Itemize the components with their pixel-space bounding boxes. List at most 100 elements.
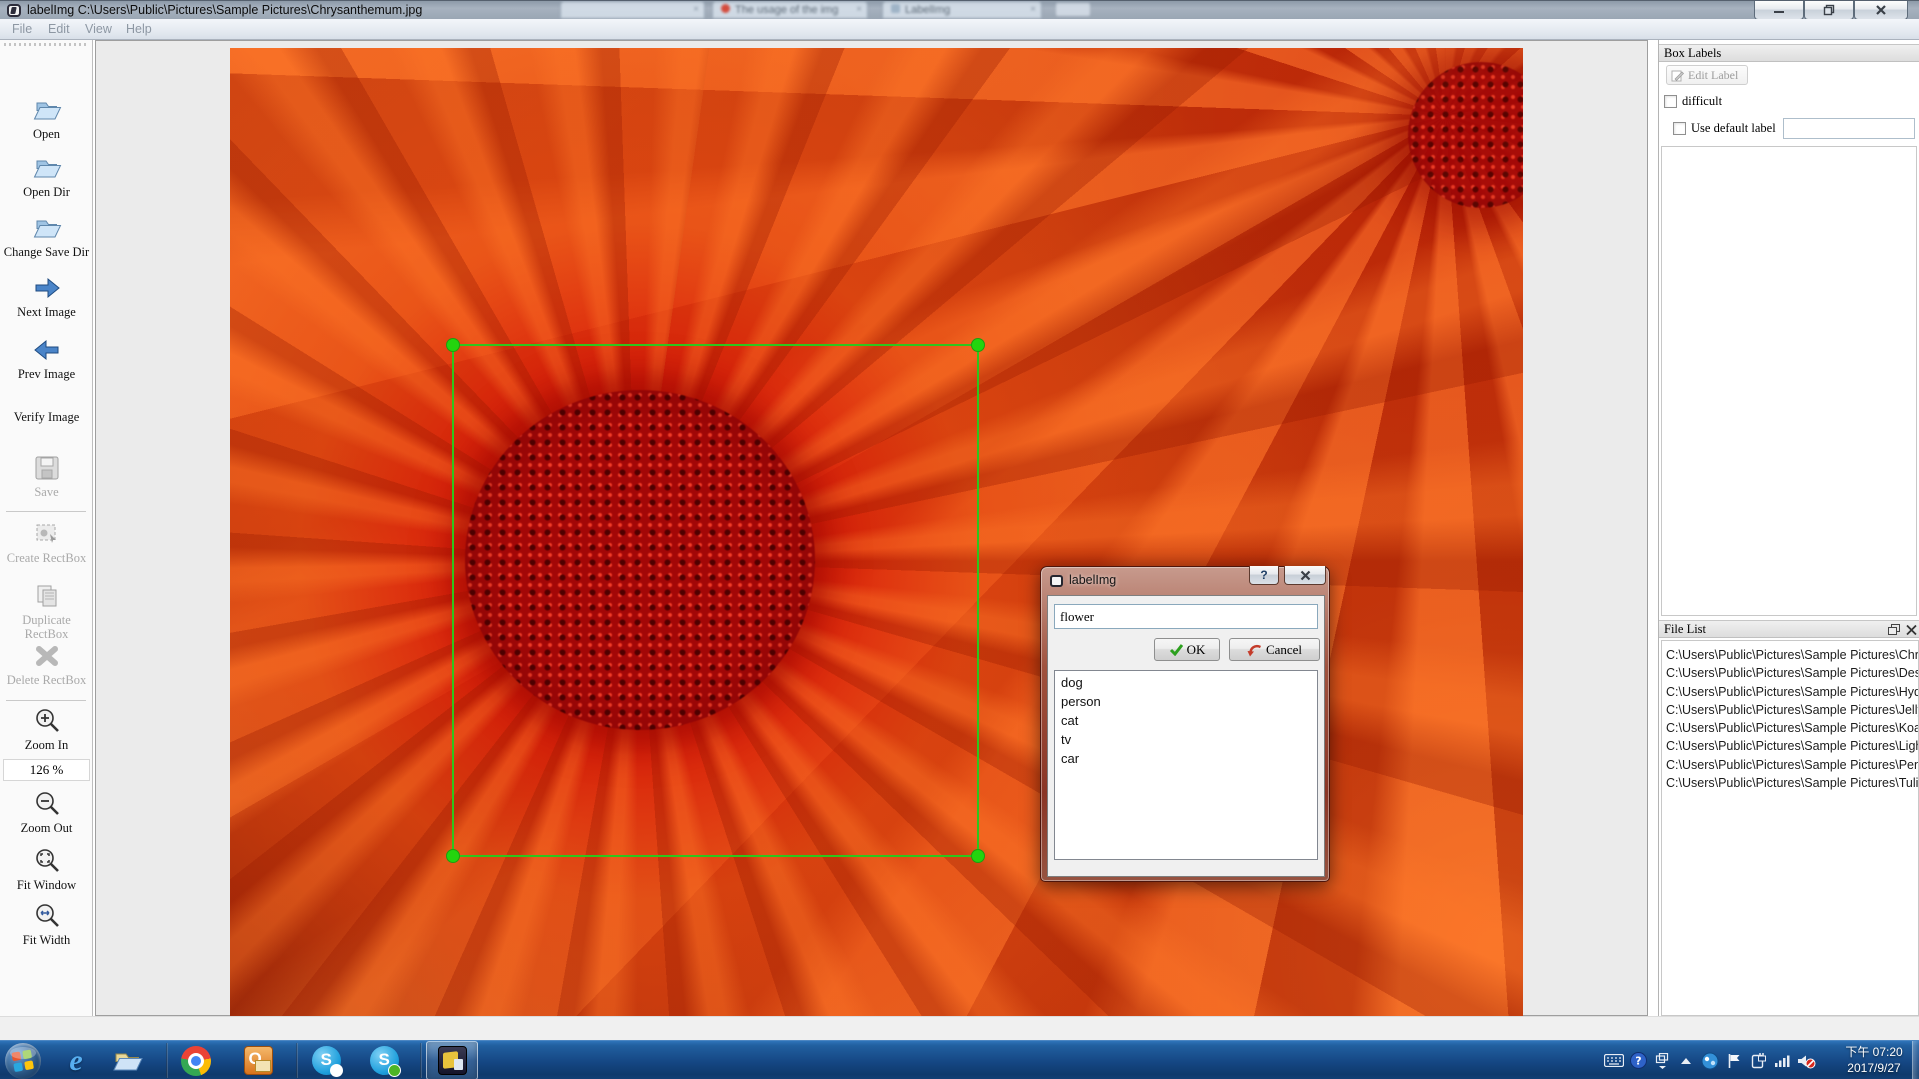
zoom-in-button[interactable]: Zoom In [0,706,93,752]
file-list-item[interactable]: C:\Users\Public\Pictures\Sample Pictures… [1662,774,1918,792]
edit-label-button[interactable]: Edit Label [1666,65,1748,85]
bbox-handle-top-left[interactable] [446,338,460,352]
dialog-title: labelImg [1069,573,1116,587]
bbox-handle-bottom-right[interactable] [971,849,985,863]
file-list-item[interactable]: C:\Users\Public\Pictures\Sample Pictures… [1662,756,1918,774]
desktop: labelImg C:\Users\Public\Pictures\Sample… [0,0,1919,1079]
menu-edit[interactable]: Edit [48,22,70,36]
taskbar-skype[interactable] [302,1041,350,1079]
close-dock-icon[interactable] [1905,624,1918,636]
taskbar-skype-online[interactable] [360,1041,408,1079]
label-options-list[interactable]: dog person cat tv car [1054,670,1318,860]
fit-width-button[interactable]: Fit Width [0,901,93,947]
file-list-item[interactable]: C:\Users\Public\Pictures\Sample Pictures… [1662,646,1918,664]
new-tab-button[interactable] [1056,3,1090,16]
help-tray-icon[interactable]: ? [1626,1050,1650,1072]
verify-image-button[interactable]: Verify Image [0,378,93,424]
volume-muted-icon[interactable] [1794,1050,1818,1072]
verify-image-label: Verify Image [0,410,93,424]
prev-image-button[interactable]: Prev Image [0,335,93,381]
taskbar-explorer[interactable] [104,1041,152,1079]
taskbar-labelimg[interactable] [426,1041,478,1079]
difficult-checkbox[interactable] [1664,95,1677,108]
show-desktop-button[interactable] [1912,1041,1919,1079]
show-hidden-icons-button[interactable] [1674,1050,1698,1072]
label-option[interactable]: tv [1055,730,1317,749]
open-dir-folder-icon [0,153,93,183]
close-button[interactable] [1854,1,1908,19]
create-rectbox-button[interactable]: Create RectBox [0,519,93,565]
device-tray-icon[interactable] [1746,1050,1770,1072]
default-label-input[interactable] [1783,118,1915,139]
toolbar-drag-handle[interactable] [4,43,88,46]
label-option[interactable]: dog [1055,673,1317,692]
restore-icon [1823,4,1835,16]
zoom-in-label: Zoom In [0,738,93,752]
file-list-item[interactable]: C:\Users\Public\Pictures\Sample Pictures… [1662,701,1918,719]
next-image-button[interactable]: Next Image [0,273,93,319]
restore-button[interactable] [1804,1,1854,19]
change-save-dir-label: Change Save Dir [0,245,93,259]
title-bar[interactable]: labelImg C:\Users\Public\Pictures\Sample… [0,0,1919,19]
label-option[interactable]: person [1055,692,1317,711]
file-list-header[interactable]: File List [1659,620,1919,638]
skype-online-icon [370,1046,399,1075]
labelimg-app-icon [7,4,21,17]
label-option[interactable]: car [1055,749,1317,768]
label-option[interactable]: cat [1055,711,1317,730]
bbox-handle-bottom-left[interactable] [446,849,460,863]
window-tray-icon[interactable] [1650,1050,1674,1072]
dialog-help-button[interactable]: ? [1249,566,1279,585]
tab-favicon [891,4,900,13]
background-browser-tab[interactable]: The usage of the img× [712,1,868,18]
delete-rectbox-button[interactable]: Delete RectBox [0,641,93,687]
box-labels-list[interactable] [1661,146,1917,616]
open-button[interactable]: Open [0,95,93,141]
background-browser-tab[interactable]: LabelImg× [882,1,1042,18]
open-folder-icon [0,95,93,125]
use-default-label-checkbox[interactable] [1673,122,1686,135]
box-labels-header[interactable]: Box Labels [1659,44,1919,62]
label-input[interactable] [1054,604,1318,629]
taskbar-internet-explorer[interactable] [52,1041,100,1079]
change-save-dir-button[interactable]: Change Save Dir [0,213,93,259]
start-button[interactable] [5,1043,41,1079]
taskbar-clock[interactable]: 下午 07:20 2017/9/27 [1836,1044,1912,1076]
messenger-tray-icon[interactable] [1698,1050,1722,1072]
input-method-keyboard-icon[interactable] [1602,1050,1626,1072]
taskbar-outlook[interactable] [234,1041,282,1079]
open-dir-button[interactable]: Open Dir [0,153,93,199]
menu-file[interactable]: File [12,22,32,36]
fit-width-icon [0,901,93,931]
file-list[interactable]: C:\Users\Public\Pictures\Sample Pictures… [1661,640,1919,1016]
bounding-box[interactable] [452,344,979,857]
file-list-item[interactable]: C:\Users\Public\Pictures\Sample Pictures… [1662,683,1918,701]
menu-view[interactable]: View [85,22,112,36]
background-browser-tab[interactable]: × [560,1,705,18]
save-button[interactable]: Save [0,453,93,499]
zoom-percent-spinbox[interactable]: 126 % [3,759,90,781]
zoom-out-button[interactable]: Zoom Out [0,789,93,835]
dialog-app-icon [1050,575,1063,587]
fit-window-icon [0,846,93,876]
annotation-canvas[interactable] [95,40,1648,1016]
minimize-button[interactable] [1754,1,1804,19]
file-list-item[interactable]: C:\Users\Public\Pictures\Sample Pictures… [1662,664,1918,682]
duplicate-rectbox-button[interactable]: Duplicate RectBox [0,581,93,641]
taskbar-chrome[interactable] [172,1041,220,1079]
float-dock-icon[interactable] [1888,624,1901,636]
cancel-button[interactable]: Cancel [1229,638,1320,661]
network-signal-icon[interactable] [1770,1050,1794,1072]
dialog-close-icon [1300,570,1311,581]
bbox-handle-top-right[interactable] [971,338,985,352]
dialog-close-button[interactable] [1284,566,1326,585]
action-center-flag-icon[interactable] [1722,1050,1746,1072]
ok-check-icon [1169,643,1183,656]
file-list-item[interactable]: C:\Users\Public\Pictures\Sample Pictures… [1662,719,1918,737]
menu-help[interactable]: Help [126,22,152,36]
fit-window-button[interactable]: Fit Window [0,846,93,892]
ok-button[interactable]: OK [1154,638,1220,661]
label-dialog[interactable]: labelImg ? OK Cancel dog person cat tv c… [1040,566,1330,882]
create-rectbox-icon [0,519,93,549]
file-list-item[interactable]: C:\Users\Public\Pictures\Sample Pictures… [1662,737,1918,755]
